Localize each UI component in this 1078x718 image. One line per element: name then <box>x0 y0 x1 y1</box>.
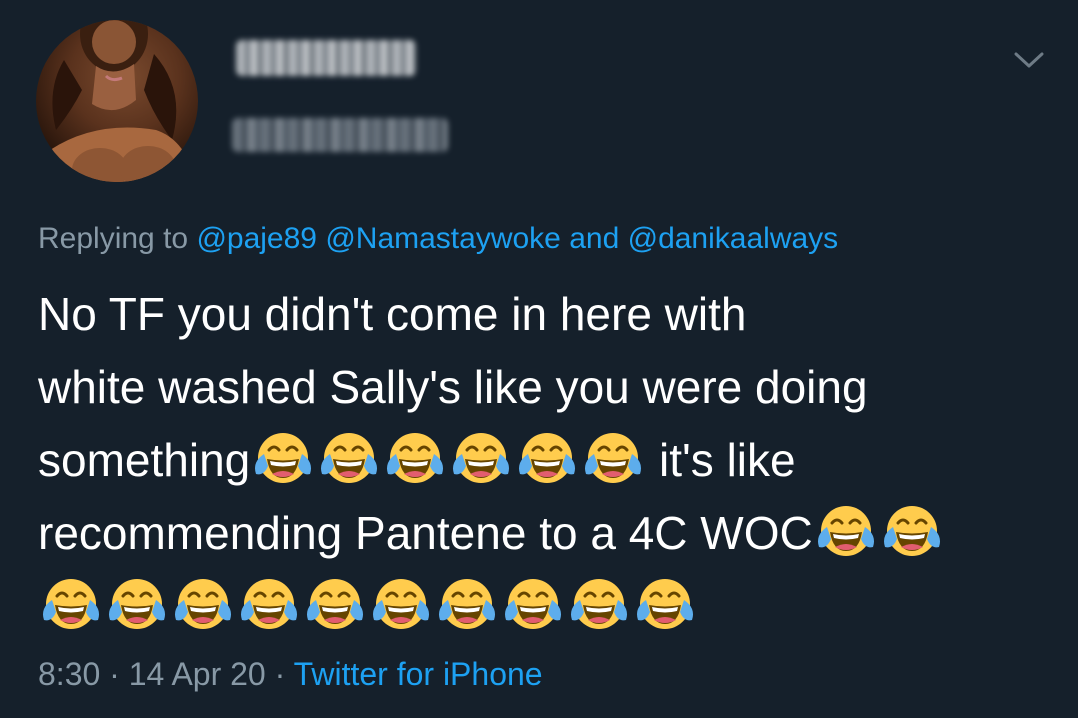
mention-link[interactable]: @danikaalways <box>628 222 839 255</box>
tears-of-joy-icon <box>879 501 945 561</box>
tweet-text-fragment: something <box>38 434 251 486</box>
avatar[interactable] <box>36 20 198 182</box>
tweet-text-fragment: recommending Pantene to a 4C WOC <box>38 507 813 559</box>
meta-separator: · <box>265 656 294 692</box>
tears-of-joy-icon <box>813 501 879 561</box>
avatar-photo <box>36 20 196 182</box>
tears-of-joy-icon <box>236 574 302 634</box>
tweet-source-link[interactable]: Twitter for iPhone <box>294 656 543 692</box>
tears-of-joy-icon <box>170 574 236 634</box>
tears-of-joy-icon <box>302 574 368 634</box>
username-blurred[interactable] <box>232 118 448 152</box>
meta-separator: · <box>100 656 129 692</box>
mention-conjunction: and <box>560 222 628 255</box>
tears-of-joy-icon <box>500 574 566 634</box>
tweet-line: something it's like <box>38 424 1048 497</box>
tears-of-joy-icon <box>368 574 434 634</box>
display-name-blurred[interactable] <box>236 40 416 76</box>
replying-to-line: Replying to @paje89 @Namastaywoke and @d… <box>38 222 838 256</box>
tears-of-joy-icon <box>38 574 104 634</box>
tears-of-joy-icon <box>382 428 448 488</box>
emoji-line <box>38 570 1048 643</box>
tears-of-joy-icon <box>448 428 514 488</box>
tears-of-joy-icon <box>104 574 170 634</box>
tweet-meta: 8:30 · 14 Apr 20 · Twitter for iPhone <box>38 656 543 693</box>
tweet-line: No TF you didn't come in here with <box>38 288 747 340</box>
tears-of-joy-icon <box>580 428 646 488</box>
tweet-text-fragment: it's like <box>646 434 796 486</box>
tweet-date[interactable]: 14 Apr 20 <box>129 656 266 692</box>
tweet-line: white washed Sally's like you were doing <box>38 361 868 413</box>
replying-to-label: Replying to <box>38 222 197 255</box>
tweet-time[interactable]: 8:30 <box>38 656 100 692</box>
mention-link[interactable]: @Namastaywoke <box>325 222 561 255</box>
chevron-down-icon[interactable] <box>1012 48 1046 72</box>
mention-link[interactable]: @paje89 <box>196 222 317 255</box>
tweet-text: No TF you didn't come in here with white… <box>38 278 1048 643</box>
tweet-line: recommending Pantene to a 4C WOC <box>38 497 1048 570</box>
tweet-card[interactable]: Replying to @paje89 @Namastaywoke and @d… <box>0 0 1078 718</box>
tears-of-joy-icon <box>632 574 698 634</box>
tears-of-joy-icon <box>566 574 632 634</box>
tears-of-joy-icon <box>434 574 500 634</box>
tears-of-joy-icon <box>514 428 580 488</box>
tears-of-joy-icon <box>250 428 316 488</box>
tears-of-joy-icon <box>316 428 382 488</box>
